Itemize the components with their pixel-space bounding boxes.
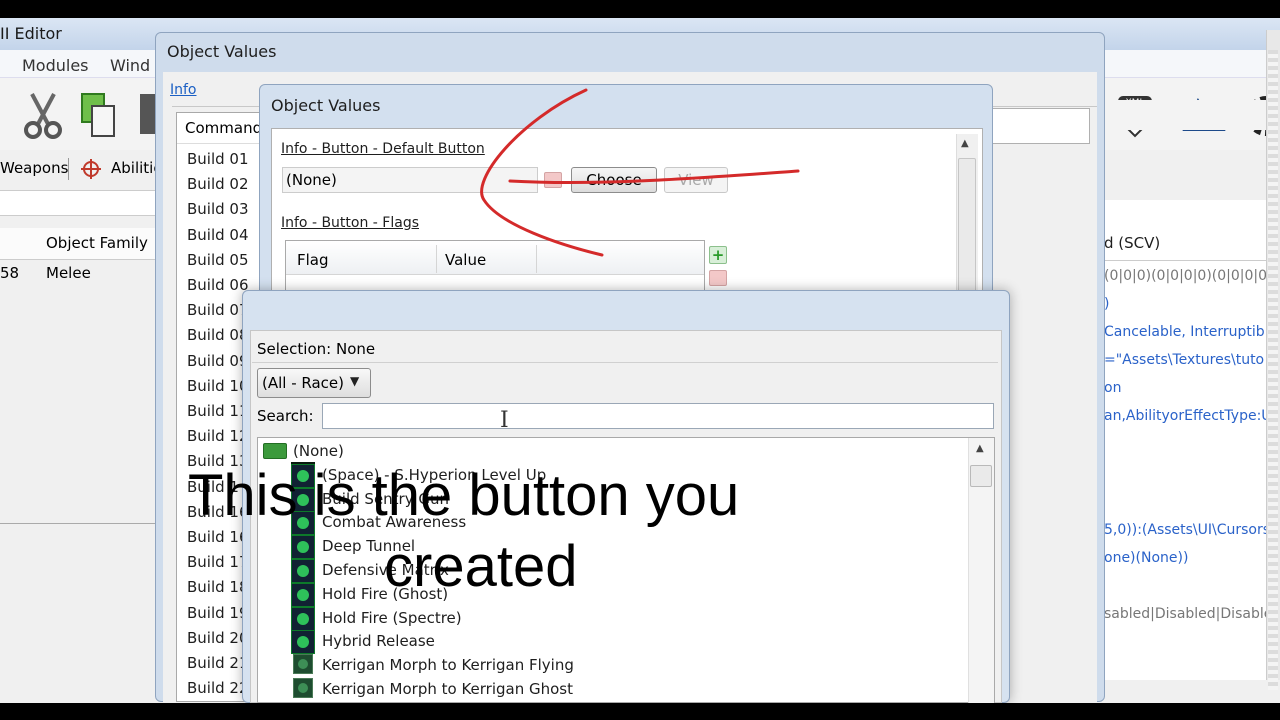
button-icon — [291, 606, 315, 631]
field-value[interactable]: 5,0)):(Assets\UI\Cursors — [1104, 522, 1270, 538]
dialog-title: Object Values — [271, 96, 381, 115]
field-value[interactable]: ="Assets\Textures\tuto — [1104, 352, 1264, 368]
command-item[interactable]: Build 11 — [187, 402, 249, 420]
command-item[interactable]: Build 17 — [187, 553, 249, 571]
row-id: 58 — [0, 264, 20, 282]
menu-modules[interactable]: Modules — [22, 56, 89, 75]
button-icon — [293, 678, 313, 698]
caption-line-2: created — [384, 534, 578, 599]
dialog-title: Object Values — [167, 42, 277, 61]
choose-button[interactable]: Choose — [571, 167, 657, 193]
command-item[interactable]: Build 06 — [187, 276, 249, 294]
flags-label: Info - Button - Flags — [281, 215, 419, 231]
tree-root[interactable]: (None) — [293, 442, 344, 460]
command-item[interactable]: Build 19 — [187, 604, 249, 622]
column-separator — [536, 245, 537, 273]
button-icon — [293, 654, 313, 675]
letterbox-top — [0, 0, 1280, 18]
chevron-down-icon: ▼ — [350, 374, 360, 388]
right-panel-header: d (SCV) — [1104, 234, 1161, 252]
tree-scrollbar-thumb[interactable] — [970, 465, 992, 487]
flags-table-header — [286, 241, 704, 275]
command-item[interactable]: Build 04 — [187, 226, 249, 244]
remove-flag-icon[interactable] — [709, 270, 727, 286]
field-value[interactable]: (0|0|0)(0|0|0|0)(0|0|0|0)(0 — [1104, 268, 1280, 284]
flags-column-flag[interactable]: Flag — [297, 251, 329, 269]
abilities-icon — [81, 159, 101, 179]
button-icon — [291, 582, 315, 607]
selection-label: Selection: — [257, 340, 332, 358]
dialog-scrollbar-thumb[interactable] — [958, 158, 976, 308]
command-item[interactable]: Build 05 — [187, 251, 249, 269]
info-link[interactable]: Info — [170, 82, 197, 98]
command-item[interactable]: Build 18 — [187, 578, 249, 596]
search-input[interactable] — [322, 403, 994, 429]
field-value[interactable]: on — [1104, 380, 1121, 396]
view-button[interactable]: View — [664, 167, 728, 193]
default-button-label: Info - Button - Default Button — [281, 141, 485, 157]
dialog-separator — [252, 362, 998, 363]
command-item[interactable]: Build 20 — [187, 629, 249, 647]
command-header-divider — [177, 143, 261, 144]
command-item[interactable]: Build 21 — [187, 654, 249, 672]
command-item[interactable]: Build 02 — [187, 175, 249, 193]
cut-icon[interactable] — [20, 90, 66, 140]
column-separator — [436, 245, 437, 273]
field-value[interactable]: Cancelable, Interruptible — [1104, 324, 1277, 340]
dialog-field-area — [990, 108, 1090, 144]
tree-item[interactable]: Kerrigan Morph to Kerrigan Ghost — [322, 680, 573, 698]
command-item[interactable]: Build 08 — [187, 326, 249, 344]
button-icon — [291, 535, 315, 560]
command-item[interactable]: Build 12 — [187, 427, 249, 445]
row-family[interactable]: Melee — [46, 264, 91, 282]
command-item[interactable]: Build 22 — [187, 679, 249, 697]
field-value[interactable]: an,AbilityorEffectType:U — [1104, 408, 1272, 424]
default-button-value: (None) — [286, 171, 337, 189]
folder-icon — [263, 443, 287, 459]
copy-icon[interactable] — [78, 90, 124, 140]
menu-window[interactable]: Wind — [110, 56, 150, 75]
search-label: Search: — [257, 407, 314, 425]
column-object-family[interactable]: Object Family — [46, 234, 148, 252]
command-item[interactable]: Build 16 — [187, 528, 249, 546]
command-header[interactable]: Command — [185, 119, 262, 137]
divider — [0, 523, 160, 524]
command-item[interactable]: Build 07 — [187, 301, 249, 319]
flags-column-value[interactable]: Value — [445, 251, 486, 269]
command-item[interactable]: Build 01 — [187, 150, 249, 168]
field-value[interactable]: sabled|Disabled|Disable — [1104, 606, 1272, 622]
letterbox-bottom — [0, 703, 1280, 720]
caption-line-1: This is the button you — [188, 463, 740, 528]
text-cursor-icon: I — [500, 408, 509, 433]
tree-item[interactable]: Kerrigan Morph to Kerrigan Flying — [322, 656, 574, 674]
scroll-up-icon[interactable]: ▲ — [976, 443, 984, 454]
tree-item[interactable]: Hold Fire (Spectre) — [322, 609, 462, 627]
scroll-up-icon[interactable]: ▲ — [961, 138, 969, 149]
clear-button[interactable] — [544, 172, 562, 188]
command-item[interactable]: Build 03 — [187, 200, 249, 218]
command-item[interactable]: Build 09 — [187, 352, 249, 370]
toolbar-right — [1100, 100, 1280, 130]
filter-bar — [0, 190, 160, 216]
command-item[interactable]: Build 10 — [187, 377, 249, 395]
selection-value: None — [336, 340, 376, 358]
tab-separator — [68, 158, 69, 180]
field-value[interactable]: one)(None)) — [1104, 550, 1188, 566]
tree-item[interactable]: Hybrid Release — [322, 632, 435, 650]
right-scrollbar-thumb[interactable] — [1268, 50, 1278, 690]
editor-title: II Editor — [0, 24, 62, 43]
paste-icon[interactable] — [140, 94, 156, 134]
tab-weapons[interactable]: Weapons — [0, 159, 68, 177]
right-panel-divider — [1100, 260, 1266, 261]
button-icon — [291, 630, 315, 655]
race-filter-value: (All - Race) — [262, 374, 345, 392]
button-icon — [291, 559, 315, 583]
add-flag-icon[interactable]: + — [709, 246, 727, 264]
